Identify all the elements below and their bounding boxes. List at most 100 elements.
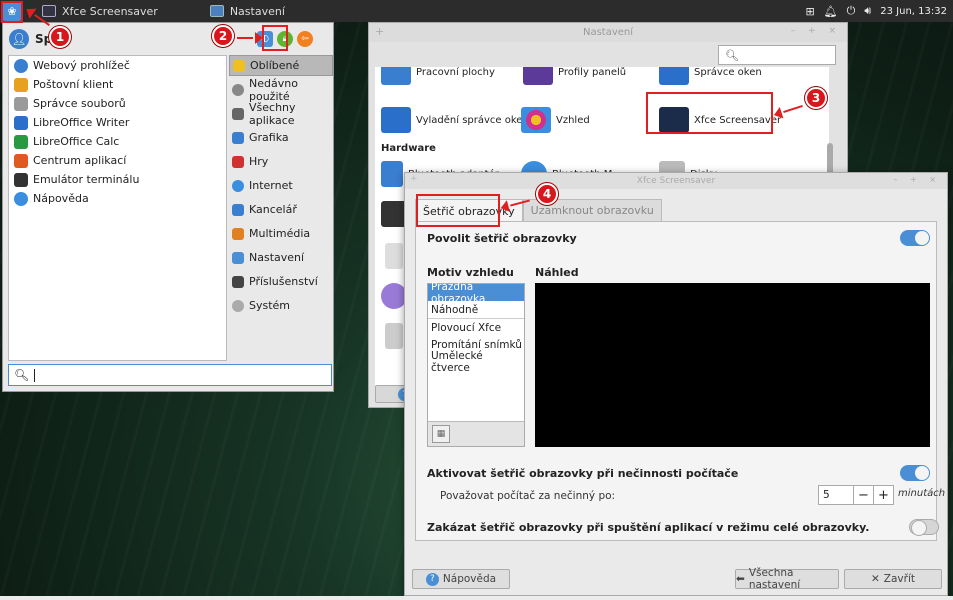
increment-button[interactable]: + — [873, 486, 893, 504]
settings-item[interactable]: Správce oken — [659, 67, 762, 85]
annotation-box-3 — [646, 92, 773, 134]
file-manager-icon — [14, 96, 28, 111]
item-label: LibreOffice Calc — [33, 135, 120, 148]
close-button[interactable]: ✕ Zavřít — [844, 569, 942, 589]
category-label: Nastavení — [249, 251, 305, 264]
task-nastaveni[interactable]: Nastavení — [204, 0, 291, 22]
appearance-icon — [521, 107, 551, 133]
theme-item-floating-xfce[interactable]: Plovoucí Xfce — [428, 319, 524, 336]
category-multimedia[interactable]: Multimédia — [229, 223, 333, 244]
list-item[interactable]: LibreOffice Calc — [9, 132, 226, 151]
list-item[interactable]: Webový prohlížeč — [9, 56, 226, 75]
category-label: Systém — [249, 299, 291, 312]
software-center-icon — [14, 153, 28, 168]
item-label: Centrum aplikací — [33, 154, 127, 167]
settings-item[interactable]: Vzhled — [521, 107, 590, 133]
activate-on-idle-toggle[interactable] — [900, 465, 930, 481]
category-all[interactable]: Všechny aplikace — [229, 101, 333, 127]
notification-bell-icon[interactable]: 🔔︎ — [824, 5, 838, 18]
category-games[interactable]: Hry — [229, 151, 333, 172]
task-label: Xfce Screensaver — [62, 4, 158, 18]
theme-settings-button[interactable]: ▦ — [432, 425, 450, 443]
category-favorites[interactable]: Oblíbené — [229, 55, 333, 76]
window-tweaks-icon — [381, 107, 411, 133]
category-label: Hry — [249, 155, 269, 168]
mouse-icon[interactable] — [385, 243, 403, 269]
workspaces-icon — [381, 67, 411, 85]
close-icon: ✕ — [870, 573, 880, 585]
screensaver-dialog: + Xfce Screensaver – + × Šetřič obrazovk… — [404, 172, 948, 596]
category-settings[interactable]: Nastavení — [229, 247, 333, 268]
list-item[interactable]: Centrum aplikací — [9, 151, 226, 170]
decrement-button[interactable]: − — [853, 486, 873, 504]
item-label: Webový prohlížeč — [33, 59, 130, 72]
power-icon[interactable]: ⏻ — [847, 4, 856, 18]
logout-icon[interactable]: ⇦ — [297, 31, 313, 47]
annotation-badge-3: 3 — [805, 87, 827, 109]
star-icon — [233, 59, 245, 72]
idle-time-value[interactable]: 5 — [819, 489, 853, 501]
list-item[interactable]: Emulátor terminálu — [9, 170, 226, 189]
idle-time-stepper[interactable]: 5 − + — [818, 485, 894, 505]
globe-icon — [232, 179, 244, 192]
top-panel: ❀ Xfce Screensaver Nastavení ⊞ 🔔︎ ⏻ 🔊︎ 2… — [0, 0, 953, 22]
item-label: Nápověda — [33, 192, 89, 205]
item-label: Poštovní klient — [33, 78, 114, 91]
network-icon[interactable]: ⊞ — [805, 5, 814, 18]
search-icon: 🔍︎ — [14, 368, 30, 382]
settings-item[interactable]: Profily panelů — [523, 67, 626, 85]
item-label: Vzhled — [556, 114, 590, 126]
item-label: Správce souborů — [33, 97, 126, 110]
task-xfce-screensaver[interactable]: Xfce Screensaver — [36, 0, 164, 22]
annotation-badge-2: 2 — [212, 25, 234, 47]
all-settings-button[interactable]: ⬅ Všechna nastavení — [735, 567, 839, 591]
category-label: Multimédia — [249, 227, 311, 240]
pin-icon[interactable]: + — [375, 25, 384, 38]
list-item[interactable]: Nápověda — [9, 189, 226, 208]
category-label: Příslušenství — [249, 275, 318, 288]
annotation-box-4 — [416, 194, 500, 227]
settings-item[interactable]: Pracovní plochy — [381, 67, 495, 85]
accessories-icon — [232, 275, 244, 288]
list-item[interactable]: LibreOffice Writer — [9, 113, 226, 132]
window-manager-icon — [659, 67, 689, 85]
list-item[interactable]: Poštovní klient — [9, 75, 226, 94]
volume-icon[interactable]: 🔊︎ — [864, 4, 871, 18]
screensaver-titlebar[interactable]: + Xfce Screensaver – + × — [405, 173, 947, 189]
removable-drives-icon[interactable] — [385, 323, 403, 349]
theme-item-art-squares[interactable]: Umělecké čtverce — [428, 350, 524, 374]
system-tray: ⊞ 🔔︎ ⏻ 🔊︎ 23 Jun, 13:32 — [805, 4, 953, 18]
bottom-edge — [0, 596, 953, 600]
annotation-box-2 — [262, 25, 288, 51]
help-button[interactable]: ? Nápověda — [412, 569, 510, 589]
pin-icon[interactable]: + — [410, 174, 418, 184]
theme-heading: Motiv vzhledu — [427, 266, 514, 279]
category-internet[interactable]: Internet — [229, 175, 333, 196]
category-office[interactable]: Kancelář — [229, 199, 333, 220]
settings-titlebar[interactable]: + Nastavení – + × — [369, 23, 847, 42]
search-input[interactable]: 🔍︎ — [8, 364, 332, 386]
preferences-icon: ▦ — [436, 429, 446, 439]
task-label: Nastavení — [229, 4, 285, 18]
help-icon — [14, 191, 28, 206]
settings-item[interactable]: Vyladění správce oken — [381, 107, 529, 133]
favorites-list: Webový prohlížeč Poštovní klient Správce… — [8, 55, 227, 361]
list-item[interactable]: Správce souborů — [9, 94, 226, 113]
clock[interactable]: 23 Jun, 13:32 — [880, 6, 947, 17]
enable-screensaver-toggle[interactable] — [900, 230, 930, 246]
multimedia-icon — [232, 227, 244, 240]
hardware-section-heading: Hardware — [381, 143, 436, 154]
category-recent[interactable]: Nedávno použité — [229, 77, 333, 103]
annotation-arrow-2 — [237, 32, 263, 44]
category-graphics[interactable]: Grafika — [229, 127, 333, 148]
bluetooth-icon — [381, 161, 403, 187]
window-controls[interactable]: – + × — [894, 175, 942, 184]
category-accessories[interactable]: Příslušenství — [229, 271, 333, 292]
gear-icon — [232, 107, 244, 120]
window-controls[interactable]: – + × — [791, 26, 841, 36]
category-system[interactable]: Systém — [229, 295, 333, 316]
settings-search-input[interactable]: 🔍︎ — [718, 45, 836, 65]
games-icon — [232, 155, 244, 168]
fullscreen-disable-toggle[interactable] — [909, 519, 939, 536]
theme-item-blank[interactable]: Prázdná obrazovka — [428, 281, 524, 305]
